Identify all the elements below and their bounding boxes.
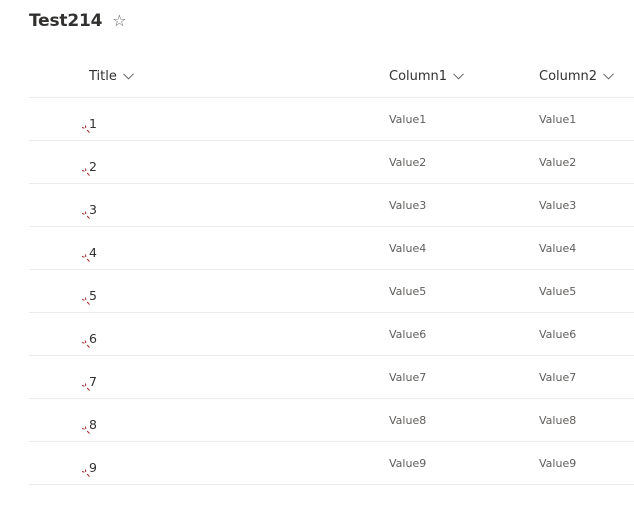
list-row[interactable]: 6 Value6 Value6 <box>29 313 634 356</box>
column-header-column2[interactable]: Column2 <box>539 55 614 97</box>
title-cell: 8 <box>81 399 97 445</box>
column1-cell: Value5 <box>389 284 427 298</box>
column2-cell: Value4 <box>539 241 577 255</box>
column1-cell: Value9 <box>389 456 427 470</box>
list-view: Title Column1 Column2 1 Value1 Value1 2 … <box>29 55 634 485</box>
new-item-icon <box>81 425 90 434</box>
title-cell: 2 <box>81 141 97 187</box>
column1-cell: Value1 <box>389 112 427 126</box>
column1-cell: Value2 <box>389 155 427 169</box>
column1-cell: Value7 <box>389 370 427 384</box>
new-item-icon <box>81 210 90 219</box>
column1-cell: Value4 <box>389 241 427 255</box>
list-row[interactable]: 1 Value1 Value1 <box>29 98 634 141</box>
new-item-icon <box>81 253 90 262</box>
column2-cell: Value1 <box>539 112 577 126</box>
list-row[interactable]: 2 Value2 Value2 <box>29 141 634 184</box>
column2-cell: Value2 <box>539 155 577 169</box>
new-item-icon <box>81 124 90 133</box>
column-header-title[interactable]: Title <box>89 55 134 97</box>
list-row[interactable]: 7 Value7 Value7 <box>29 356 634 399</box>
list-row[interactable]: 9 Value9 Value9 <box>29 442 634 485</box>
title-cell: 5 <box>81 270 97 316</box>
column-header-column1[interactable]: Column1 <box>389 55 464 97</box>
chevron-down-icon <box>603 72 614 80</box>
star-icon[interactable]: ☆ <box>112 13 126 29</box>
title-cell: 7 <box>81 356 97 402</box>
list-row[interactable]: 8 Value8 Value8 <box>29 399 634 442</box>
list-row[interactable]: 4 Value4 Value4 <box>29 227 634 270</box>
column1-cell: Value3 <box>389 198 427 212</box>
column-header-row: Title Column1 Column2 <box>29 55 634 98</box>
column2-cell: Value3 <box>539 198 577 212</box>
list-row[interactable]: 3 Value3 Value3 <box>29 184 634 227</box>
list-rows: 1 Value1 Value1 2 Value2 Value2 3 Value3… <box>29 98 634 485</box>
list-row[interactable]: 5 Value5 Value5 <box>29 270 634 313</box>
title-cell: 9 <box>81 442 97 488</box>
title-cell: 6 <box>81 313 97 359</box>
column-header-label: Column1 <box>389 68 448 84</box>
new-item-icon <box>81 382 90 391</box>
column1-cell: Value6 <box>389 327 427 341</box>
column-header-label: Column2 <box>539 68 598 84</box>
column2-cell: Value6 <box>539 327 577 341</box>
column-header-label: Title <box>89 68 117 84</box>
column2-cell: Value7 <box>539 370 577 384</box>
column2-cell: Value9 <box>539 456 577 470</box>
title-cell: 1 <box>81 98 97 144</box>
column1-cell: Value8 <box>389 413 427 427</box>
title-cell: 3 <box>81 184 97 230</box>
chevron-down-icon <box>123 72 134 80</box>
new-item-icon <box>81 167 90 176</box>
new-item-icon <box>81 468 90 477</box>
title-cell: 4 <box>81 227 97 273</box>
new-item-icon <box>81 339 90 348</box>
chevron-down-icon <box>453 72 464 80</box>
page-title: Test214 <box>29 11 103 31</box>
list-header: Test214 ☆ <box>29 8 127 34</box>
column2-cell: Value8 <box>539 413 577 427</box>
new-item-icon <box>81 296 90 305</box>
column2-cell: Value5 <box>539 284 577 298</box>
